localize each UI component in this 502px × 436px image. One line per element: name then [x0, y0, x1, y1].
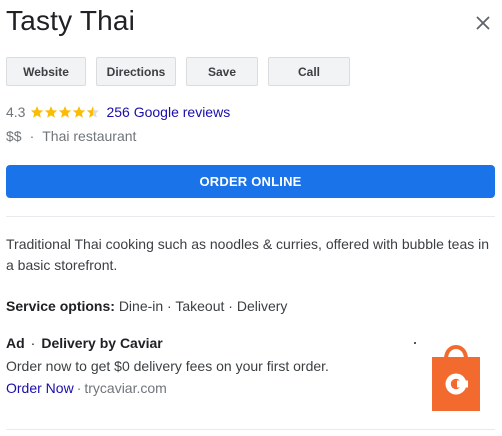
ad-separator: ·	[30, 335, 36, 351]
meta-row: $$ · Thai restaurant	[6, 127, 136, 145]
separator-dot: ·	[29, 128, 35, 144]
call-button[interactable]: Call	[268, 57, 350, 86]
save-button[interactable]: Save	[186, 57, 258, 86]
order-now-link[interactable]: Order Now	[6, 379, 74, 397]
reviews-link[interactable]: 256 Google reviews	[106, 104, 230, 120]
close-icon[interactable]	[472, 12, 494, 34]
separator-dot: ·	[76, 380, 82, 396]
business-title: Tasty Thai	[6, 5, 136, 36]
directions-button[interactable]: Directions	[96, 57, 176, 86]
order-online-button[interactable]: ORDER ONLINE	[6, 165, 495, 198]
ad-body: Order now to get $0 delivery fees on you…	[6, 358, 329, 374]
star-rating	[30, 105, 100, 119]
star-icon	[59, 106, 72, 118]
action-buttons: Website Directions Save Call	[6, 57, 350, 86]
rating-row: 4.3 256 Google reviews	[6, 103, 230, 121]
caviar-bag-icon[interactable]	[432, 337, 480, 411]
business-description: Traditional Thai cooking such as noodles…	[6, 236, 490, 273]
star-icon	[31, 106, 44, 118]
ad-label: Ad	[6, 335, 25, 351]
divider	[6, 429, 495, 430]
service-options-value: Dine-in · Takeout · Delivery	[118, 298, 288, 314]
ad-links: Order Now · trycaviar.com	[6, 379, 167, 397]
service-options: Service options: Dine-in · Takeout · Del…	[6, 296, 287, 316]
divider	[6, 216, 495, 217]
ad-header: Ad · Delivery by Caviar	[6, 334, 163, 352]
website-button[interactable]: Website	[6, 57, 86, 86]
ad-title[interactable]: Delivery by Caviar	[41, 334, 162, 352]
price-level: $$	[6, 128, 22, 144]
star-icon	[73, 106, 86, 118]
category: Thai restaurant	[42, 128, 137, 144]
star-icon	[45, 106, 58, 118]
rating-value: 4.3	[6, 104, 26, 120]
decorative-dot	[414, 342, 416, 344]
star-half-icon	[87, 106, 100, 118]
service-options-label: Service options:	[6, 298, 115, 314]
ad-domain: trycaviar.com	[84, 380, 167, 396]
